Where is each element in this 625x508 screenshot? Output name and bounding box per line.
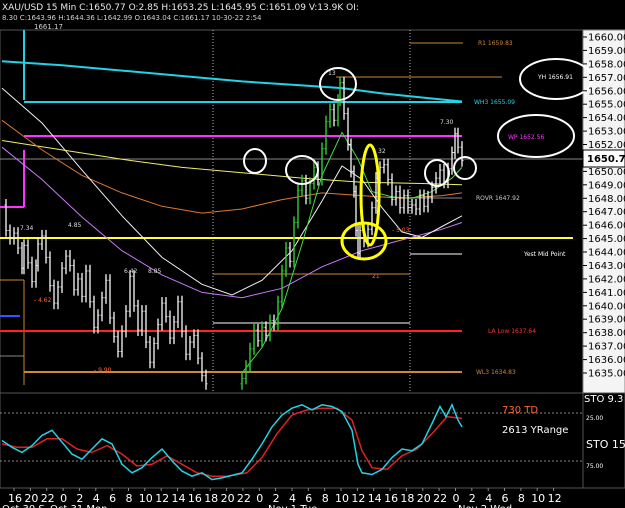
time-tick-label: 16 (188, 492, 202, 505)
price-tick-label: 1642.00 (588, 274, 625, 285)
time-tick-label: 16 (384, 492, 398, 505)
time-tick-label: 20 (417, 492, 431, 505)
time-tick-label: 14 (172, 492, 186, 505)
time-tick-label: 8 (126, 492, 133, 505)
rovr-label: ROVR 1647.92 (476, 195, 520, 202)
price-tick-label: 1659.00 (588, 46, 625, 57)
date-label: Oct 30 S (2, 504, 45, 508)
price-tick-label: 1640.00 (588, 301, 625, 312)
time-tick-label: 8 (518, 492, 525, 505)
wh3-label: WH3 1655.09 (474, 99, 515, 106)
price-tick-label: 1656.00 (588, 86, 625, 97)
annotation-6-42: 6.42 (124, 268, 138, 275)
yrange-label: 2613 YRange (502, 425, 568, 436)
wl3-label: WL3 1634.83 (476, 369, 516, 376)
la-low-label: LA Low 1637.64 (488, 328, 536, 335)
price-tick-label: 1652.00 (588, 140, 625, 151)
time-tick-label: 12 (548, 492, 562, 505)
annotation-32: 32 (378, 148, 386, 155)
price-tick-label: 1658.00 (588, 59, 625, 70)
annotation-9-90: - 9.90 (94, 367, 112, 374)
time-tick-label: 8 (322, 492, 329, 505)
time-tick-label: 10 (139, 492, 153, 505)
price-tick-label: 1646.00 (588, 221, 625, 232)
price-tick-label: 1641.00 (588, 288, 625, 299)
annotation-7-30: 7.30 (440, 119, 454, 126)
annotation-4-85: 4.85 (68, 222, 82, 229)
price-tick-label: 1660.00 (588, 33, 625, 44)
last-price-label: 1650.77 (587, 154, 625, 165)
price-tick-label: 1638.00 (588, 328, 625, 339)
price-tick-label: 1639.00 (588, 315, 625, 326)
time-tick-label: 10 (335, 492, 349, 505)
annotation-5-03: - 5.03 (392, 227, 410, 234)
r1-label: R1 1659.83 (478, 40, 513, 47)
price-tick-label: 1643.00 (588, 261, 625, 272)
price-tick-label: 1653.00 (588, 127, 625, 138)
date-label: Oct 31 Mon (50, 504, 107, 508)
annotation-4-62: - 4.62 (34, 297, 52, 304)
time-tick-label: 18 (400, 492, 414, 505)
time-tick-label: 10 (531, 492, 545, 505)
price-tick-label: 1635.00 (588, 369, 625, 380)
price-tick-label: 1657.00 (588, 73, 625, 84)
price-tick-label: 1649.00 (588, 180, 625, 191)
time-tick-label: 22 (237, 492, 251, 505)
annotation-21: 21 (372, 273, 380, 280)
sto-level-upper: 25.00 (586, 415, 603, 422)
time-tick-label: 18 (204, 492, 218, 505)
yh-label: YH 1656.91 (537, 74, 573, 81)
annotation-7-34: 7.34 (20, 225, 34, 232)
time-tick-label: 12 (155, 492, 169, 505)
time-tick-label: 20 (221, 492, 235, 505)
time-tick-label: 0 (256, 492, 263, 505)
wp-label: WP 1652.56 (508, 134, 544, 141)
td-label: 730 TD (502, 405, 538, 416)
price-tick-label: 1648.00 (588, 194, 625, 205)
price-tick-label: 1637.00 (588, 342, 625, 353)
annotation-8-85: 8.85 (148, 268, 162, 275)
price-tick-label: 1654.00 (588, 113, 625, 124)
date-label: Nov 1 Tue (268, 504, 317, 508)
stochastic-pane (0, 392, 584, 489)
header-line-2: 8.30 C:1643.96 H:1644.36 L:1642.99 O:164… (2, 14, 262, 22)
yest-mid-label: Yest Mid Point (523, 251, 566, 258)
header-line-1: XAU/USD 15 Min C:1650.77 O:2.85 H:1653.2… (2, 3, 359, 13)
price-tick-label: 1655.00 (588, 100, 625, 111)
price-tick-label: 1644.00 (588, 248, 625, 259)
time-tick-label: 6 (109, 492, 116, 505)
price-tick-label: 1636.00 (588, 355, 625, 366)
time-tick-label: 12 (351, 492, 365, 505)
sto-level-lower: 75.00 (586, 463, 603, 470)
date-label: Nov 2 Wed (458, 504, 512, 508)
chart-canvas: XAU/USD 15 Min C:1650.77 O:2.85 H:1653.2… (0, 0, 625, 508)
sto-label: STO 15 (586, 438, 625, 451)
price-tick-label: 1647.00 (588, 207, 625, 218)
price-tick-label: 1645.00 (588, 234, 625, 245)
time-tick-label: 22 (433, 492, 447, 505)
sto-axis-label: STO 9.3 (584, 394, 623, 405)
price-tick-label: 1650.00 (588, 167, 625, 178)
time-tick-label: 14 (368, 492, 382, 505)
